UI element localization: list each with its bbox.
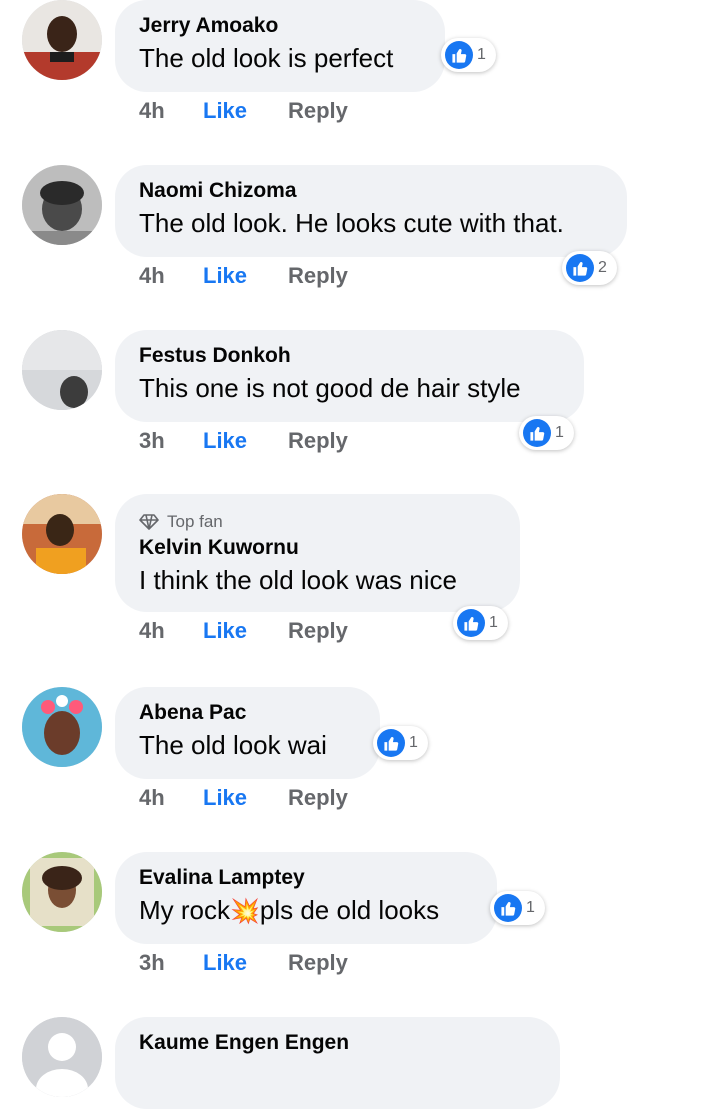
comment-text-part: pls de old looks [259,895,440,925]
comment-bubble: Abena Pac The old look wai [115,687,380,779]
reaction-count[interactable]: 2 [562,251,617,285]
comment-text: My rock💥pls de old looks [139,892,497,930]
reaction-number: 1 [526,899,535,916]
comment-text: The old look. He looks cute with that. [139,208,564,238]
comment-bubble: Evalina Lamptey My rock💥pls de old looks [115,852,497,944]
thumbs-up-icon [457,609,485,637]
comment-text: This one is not good de hair style [139,373,521,403]
reply-button[interactable]: Reply [288,96,348,126]
comment-actions: 3h Like Reply [139,426,348,456]
comment-bubble: Naomi Chizoma The old look. He looks cut… [115,165,627,257]
comment-author[interactable]: Kelvin Kuwornu [139,534,520,562]
avatar[interactable] [22,852,102,932]
comment-bubble: Festus Donkoh This one is not good de ha… [115,330,584,422]
comment-time[interactable]: 4h [139,96,203,126]
like-button[interactable]: Like [203,261,288,291]
reaction-number: 1 [409,734,418,751]
diamond-icon [139,514,159,530]
comment-author[interactable]: Naomi Chizoma [139,177,627,205]
thumbs-up-icon [523,419,551,447]
collision-emoji-icon: 💥 [230,898,260,925]
like-button[interactable]: Like [203,426,288,456]
comment-text-part: My rock [139,895,230,925]
comment-author[interactable]: Evalina Lamptey [139,864,497,892]
thumbs-up-icon [377,729,405,757]
comment-actions: 4h Like Reply [139,616,348,646]
comment-bubble: Kaume Engen Engen [115,1017,560,1109]
like-button[interactable]: Like [203,783,288,813]
avatar[interactable] [22,687,102,767]
comment-time[interactable]: 3h [139,948,203,978]
comment-author[interactable]: Kaume Engen Engen [139,1029,560,1057]
comment-author[interactable]: Jerry Amoako [139,12,445,40]
comment-bubble: Top fan Kelvin Kuwornu I think the old l… [115,494,520,612]
comment-actions: 4h Like Reply [139,96,348,126]
like-button[interactable]: Like [203,616,288,646]
comment-author[interactable]: Abena Pac [139,699,380,727]
avatar[interactable] [22,1017,102,1097]
thumbs-up-icon [494,894,522,922]
comment-text: The old look is perfect [139,43,394,73]
top-fan-label: Top fan [167,512,223,531]
comment-actions: 4h Like Reply [139,783,348,813]
like-button[interactable]: Like [203,96,288,126]
reaction-count[interactable]: 1 [490,891,545,925]
like-button[interactable]: Like [203,948,288,978]
comment-actions: 4h Like Reply [139,261,348,291]
reply-button[interactable]: Reply [288,616,348,646]
reply-button[interactable]: Reply [288,261,348,291]
reaction-number: 1 [555,424,564,441]
avatar[interactable] [22,0,102,80]
comment-time[interactable]: 3h [139,426,203,456]
avatar[interactable] [22,494,102,574]
comment-time[interactable]: 4h [139,261,203,291]
reaction-count[interactable]: 1 [453,606,508,640]
reaction-number: 1 [477,46,486,63]
comment-text: I think the old look was nice [139,565,457,595]
comment-time[interactable]: 4h [139,616,203,646]
comment-actions: 3h Like Reply [139,948,348,978]
comment-author[interactable]: Festus Donkoh [139,342,584,370]
reaction-count[interactable]: 1 [441,38,496,72]
comment-text: The old look wai [139,730,327,760]
reply-button[interactable]: Reply [288,948,348,978]
thumbs-up-icon [445,41,473,69]
thumbs-up-icon [566,254,594,282]
top-fan-badge: Top fan [139,510,520,534]
comment-time[interactable]: 4h [139,783,203,813]
reaction-count[interactable]: 1 [373,726,428,760]
reply-button[interactable]: Reply [288,426,348,456]
reply-button[interactable]: Reply [288,783,348,813]
reaction-count[interactable]: 1 [519,416,574,450]
reaction-number: 2 [598,259,607,276]
comment-bubble: Jerry Amoako The old look is perfect [115,0,445,92]
avatar[interactable] [22,165,102,245]
reaction-number: 1 [489,614,498,631]
avatar[interactable] [22,330,102,410]
